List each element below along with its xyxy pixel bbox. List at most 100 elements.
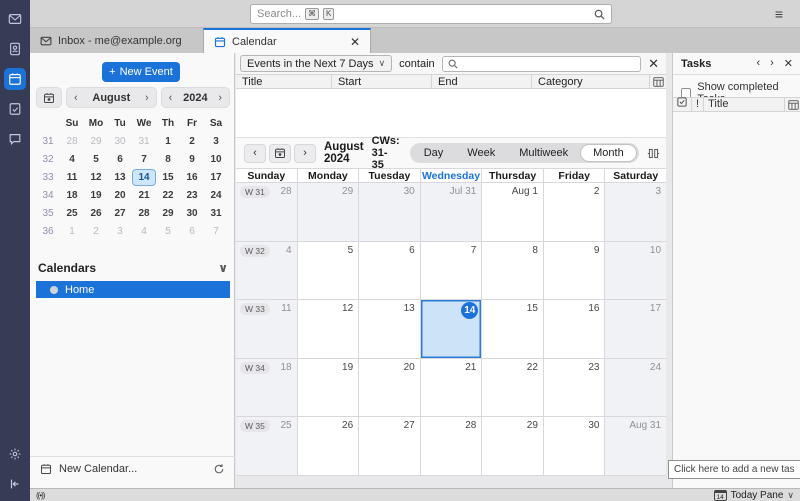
today-pane-toggle[interactable]: 14 Today Pane ∨	[714, 490, 794, 501]
day-cell[interactable]: 3	[605, 183, 666, 241]
day-cell[interactable]: Aug 1	[482, 183, 544, 241]
minical-day-cell[interactable]: 30	[180, 205, 204, 222]
minical-day-cell[interactable]: 4	[60, 151, 84, 168]
day-cell[interactable]: 30	[359, 183, 421, 241]
event-filter-dropdown[interactable]: Events in the Next 7 Days ∨	[240, 55, 392, 72]
tab-inbox[interactable]: Inbox - me@example.org	[30, 28, 202, 53]
minical-day-cell[interactable]: 3	[108, 223, 132, 240]
minical-day-cell[interactable]: 25	[60, 205, 84, 222]
day-cell[interactable]: Jul 31	[421, 183, 483, 241]
day-cell[interactable]: 15	[482, 300, 544, 358]
day-cell[interactable]: 10	[605, 242, 666, 300]
event-search-input[interactable]	[442, 56, 641, 72]
minical-day-cell[interactable]: 7	[204, 223, 228, 240]
minical-day-cell[interactable]: 30	[108, 133, 132, 150]
global-search-input[interactable]: Search... ⌘ K	[250, 4, 612, 24]
day-cell[interactable]: 21	[421, 359, 483, 417]
collapse-rail-icon[interactable]	[4, 473, 26, 495]
minical-day-cell[interactable]: 3	[204, 133, 228, 150]
minical-day-cell[interactable]: 31	[204, 205, 228, 222]
day-cell[interactable]: 13	[359, 300, 421, 358]
minical-day-cell[interactable]: 17	[204, 169, 228, 186]
day-cell[interactable]: 8	[482, 242, 544, 300]
minical-day-cell[interactable]: 19	[84, 187, 108, 204]
new-calendar-button[interactable]: New Calendar...	[30, 456, 235, 480]
tasks-close-icon[interactable]: ✕	[784, 57, 793, 70]
prev-period-button[interactable]: ‹	[244, 144, 266, 163]
next-month-icon[interactable]: ›	[145, 92, 149, 104]
minical-day-cell[interactable]: 7	[132, 151, 156, 168]
day-cell[interactable]: 27	[359, 417, 421, 475]
prev-year-icon[interactable]: ‹	[169, 92, 173, 104]
day-cell[interactable]: W 324	[236, 242, 298, 300]
task-priority-column[interactable]: !	[692, 97, 704, 112]
add-task-input[interactable]	[668, 460, 800, 479]
tasks-space-icon[interactable]	[4, 98, 26, 120]
calendar-list-item-home[interactable]: Home	[36, 281, 230, 298]
tab-calendar[interactable]: Calendar ✕	[203, 28, 371, 53]
minical-day-cell[interactable]: 15	[156, 169, 180, 186]
day-cell[interactable]: 5	[298, 242, 360, 300]
column-picker-icon[interactable]	[650, 75, 666, 88]
event-list-column-end[interactable]: End	[432, 75, 532, 88]
rotate-view-icon[interactable]	[647, 147, 660, 160]
minical-day-cell[interactable]: 20	[108, 187, 132, 204]
minical-day-cell[interactable]: 5	[84, 151, 108, 168]
event-list-column-title[interactable]: Title	[236, 75, 332, 88]
tasks-prev-icon[interactable]: ‹	[756, 57, 760, 70]
view-tab-month[interactable]: Month	[580, 144, 637, 162]
tasks-next-icon[interactable]: ›	[770, 57, 774, 70]
day-cell[interactable]: W 3311	[236, 300, 298, 358]
minical-day-cell[interactable]: 18	[60, 187, 84, 204]
day-cell[interactable]: 30	[544, 417, 606, 475]
view-tab-multiweek[interactable]: Multiweek	[507, 143, 580, 163]
minical-today-icon[interactable]	[36, 87, 62, 108]
minical-day-cell[interactable]: 24	[204, 187, 228, 204]
minical-day-cell[interactable]: 29	[84, 133, 108, 150]
minical-day-cell[interactable]: 29	[156, 205, 180, 222]
day-cell[interactable]: 23	[544, 359, 606, 417]
day-cell[interactable]: 19	[298, 359, 360, 417]
day-cell[interactable]: 7	[421, 242, 483, 300]
minical-day-cell[interactable]: 1	[60, 223, 84, 240]
column-picker-icon[interactable]	[785, 100, 800, 110]
view-tab-day[interactable]: Day	[412, 143, 456, 163]
minical-day-cell[interactable]: 26	[84, 205, 108, 222]
day-cell[interactable]: 6	[359, 242, 421, 300]
minical-day-cell[interactable]: 10	[204, 151, 228, 168]
minical-day-cell[interactable]: 4	[132, 223, 156, 240]
minical-day-cell[interactable]: 28	[60, 133, 84, 150]
day-cell[interactable]: 29	[482, 417, 544, 475]
day-cell[interactable]: W 3525	[236, 417, 298, 475]
event-list-column-category[interactable]: Category	[532, 75, 650, 88]
today-button[interactable]	[269, 144, 291, 163]
sync-icon[interactable]	[213, 463, 225, 475]
minical-day-cell[interactable]: 31	[132, 133, 156, 150]
minical-day-cell[interactable]: 1	[156, 133, 180, 150]
day-cell[interactable]: 24	[605, 359, 666, 417]
day-cell[interactable]: W 3128	[236, 183, 298, 241]
day-cell[interactable]: W 3418	[236, 359, 298, 417]
day-cell[interactable]: 29	[298, 183, 360, 241]
minical-day-cell[interactable]: 28	[132, 205, 156, 222]
day-cell[interactable]: 20	[359, 359, 421, 417]
minical-day-cell[interactable]: 2	[84, 223, 108, 240]
day-cell[interactable]: 17	[605, 300, 666, 358]
chevron-down-icon[interactable]: ∨	[218, 261, 228, 275]
close-tab-icon[interactable]: ✕	[350, 35, 360, 49]
address-book-icon[interactable]	[4, 38, 26, 60]
day-cell[interactable]: 9	[544, 242, 606, 300]
day-cell[interactable]: Aug 31	[605, 417, 666, 475]
minical-day-cell[interactable]: 5	[156, 223, 180, 240]
minical-day-cell[interactable]: 6	[108, 151, 132, 168]
day-cell[interactable]: 26	[298, 417, 360, 475]
day-cell[interactable]: 28	[421, 417, 483, 475]
day-cell[interactable]: 12	[298, 300, 360, 358]
minical-day-cell[interactable]: 8	[156, 151, 180, 168]
app-menu-icon[interactable]: ≡	[770, 6, 788, 22]
prev-month-icon[interactable]: ‹	[74, 92, 78, 104]
minical-day-cell[interactable]: 13	[108, 169, 132, 186]
minical-day-cell[interactable]: 2	[180, 133, 204, 150]
task-completed-column-icon[interactable]	[673, 97, 692, 112]
minical-day-cell[interactable]: 21	[132, 187, 156, 204]
